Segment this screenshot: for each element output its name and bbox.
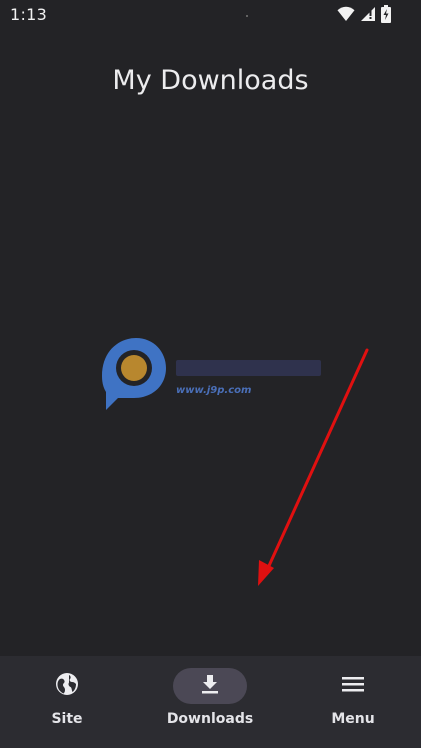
annotation-arrow [258,348,369,586]
nav-label-site: Site [51,711,83,727]
nav-label-downloads: Downloads [166,711,254,727]
download-icon [199,673,221,699]
globe-icon [55,672,79,700]
nav-item-downloads[interactable]: Downloads [150,668,270,736]
nav-item-site[interactable]: Site [7,668,127,736]
nav-item-menu[interactable]: Menu [293,668,413,736]
nav-icon-container [316,668,390,704]
bottom-navigation: Site Downloads Menu [0,656,421,748]
nav-label-menu: Menu [331,711,375,727]
nav-icon-container [30,668,104,704]
menu-icon [341,674,365,698]
nav-active-indicator [173,668,247,704]
